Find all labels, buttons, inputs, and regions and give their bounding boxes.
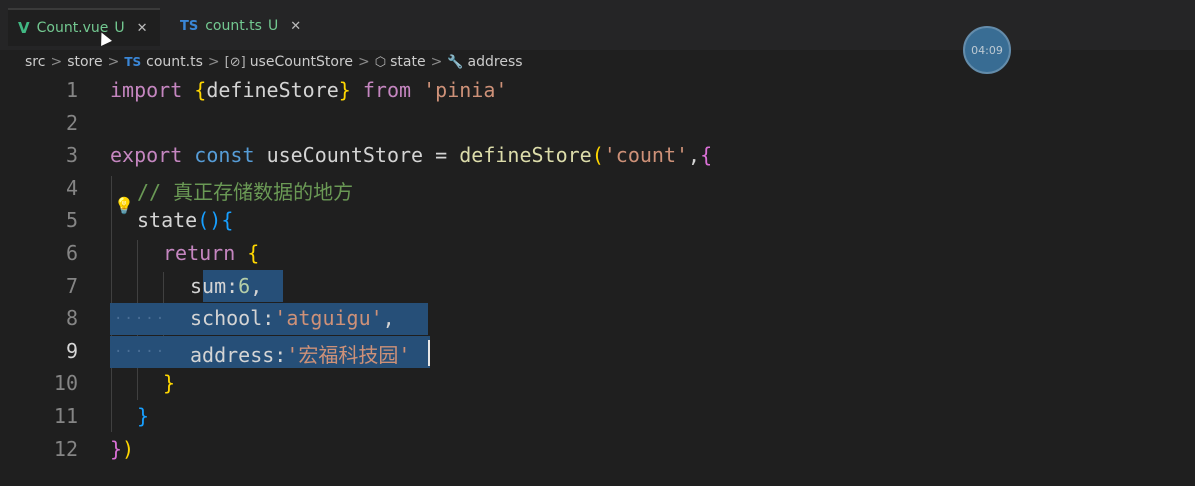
code-line: 10 } [0,367,1195,400]
untracked-badge: U [267,18,279,34]
line-number: 12 [53,436,78,461]
chevron-right-icon: > [430,54,443,70]
tab-count-ts[interactable]: TS count.ts U ✕ [170,8,310,44]
code-text: }) [110,436,135,461]
line-number: 8 [65,306,78,331]
close-icon[interactable]: ✕ [137,21,148,36]
code-text: export const useCountStore = defineStore… [110,143,713,168]
close-icon[interactable]: ✕ [290,19,301,34]
typescript-file-icon: TS [180,18,199,34]
code-line: 7 sum:6, [0,270,1195,303]
variable-symbol-icon: [⊘] [224,54,246,70]
vue-file-icon: V [18,19,30,37]
code-line: 9 address:'宏福科技园' [0,335,1195,368]
code-line: 3 export const useCountStore = defineSto… [0,139,1195,172]
code-text: } [163,371,176,396]
code-line: 8 school:'atguigu', [0,302,1195,335]
line-number: 9 [65,338,78,363]
line-number: 1 [65,78,78,102]
code-text: sum:6, [190,273,263,298]
line-number: 4 [65,175,78,200]
code-text: } [137,404,150,428]
line-number: 6 [65,241,78,265]
code-line: 12 }) [0,433,1195,466]
chevron-right-icon: > [50,54,63,70]
chevron-right-icon: > [107,54,120,70]
code-line: 2 [0,107,1195,140]
code-text: import {defineStore} from 'pinia' [110,78,508,102]
text-cursor [428,340,430,366]
code-line: 6 return { [0,237,1195,270]
breadcrumb-file[interactable]: count.ts [146,54,203,70]
breadcrumb-symbol[interactable]: useCountStore [250,54,353,70]
wrench-icon: 🔧 [447,54,464,70]
code-line: 5 state(){ [0,204,1195,237]
code-text: // 真正存储数据的地方 [137,179,354,204]
code-text: return { [163,241,260,265]
code-line: 4 // 真正存储数据的地方 [0,172,1195,205]
breadcrumb-state[interactable]: state [390,54,425,70]
code-text: state(){ [137,208,234,233]
line-number: 10 [53,371,78,396]
line-number: 3 [65,143,78,168]
breadcrumb-src[interactable]: src [25,54,45,70]
line-number: 2 [65,110,78,135]
code-line: 11 } [0,400,1195,433]
editor-tab-bar: V Count.vue U ✕ TS count.ts U ✕ [0,0,1195,50]
line-number: 5 [65,208,78,233]
code-text: school:'atguigu', [190,306,395,331]
code-editor[interactable]: 1 import {defineStore} from 'pinia' 2 3 … [0,74,1195,486]
line-number: 11 [53,404,78,428]
chevron-right-icon: > [358,54,370,70]
code-line: 1 import {defineStore} from 'pinia' [0,74,1195,107]
breadcrumb-address[interactable]: address [468,54,523,70]
breadcrumb-store[interactable]: store [67,54,102,70]
untracked-badge: U [114,20,125,36]
tab-count-vue[interactable]: V Count.vue U ✕ [8,8,160,46]
chevron-right-icon: > [207,54,220,70]
recording-timer: 04:09 [963,26,1011,74]
tab-label: count.ts [205,18,262,34]
code-text: address:'宏福科技园' [190,342,411,367]
typescript-file-icon: TS [124,55,142,69]
cube-icon: ⬡ [374,54,387,70]
line-number: 7 [65,273,78,298]
breadcrumb: src > store > TS count.ts > [⊘] useCount… [25,52,523,72]
